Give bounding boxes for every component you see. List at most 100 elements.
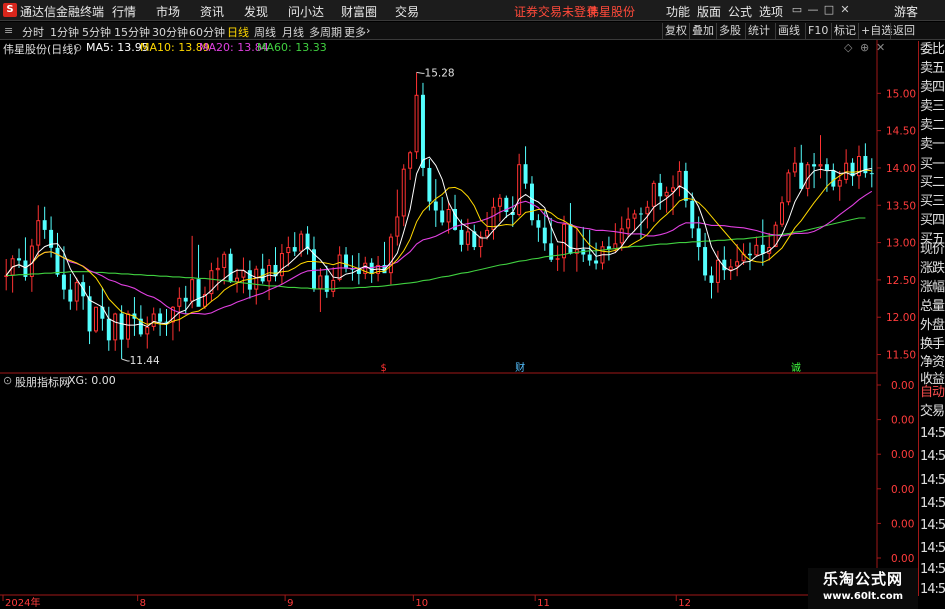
add-watchlist-button[interactable]: +自选 — [858, 23, 894, 39]
candle-body-down — [690, 200, 695, 229]
candle — [318, 267, 323, 312]
side-label-12: 涨跌 — [920, 261, 945, 276]
candle-body-down — [587, 254, 592, 261]
candle — [754, 236, 759, 257]
period-daily[interactable]: 日线 — [227, 24, 249, 40]
statistics-button[interactable]: 统计 — [745, 23, 772, 39]
ma60-line — [6, 217, 866, 290]
guest-user-label[interactable]: 游客 — [894, 3, 918, 20]
candle — [869, 158, 874, 188]
period-tick[interactable]: 分时 — [22, 24, 44, 40]
candle-body-down — [869, 173, 874, 175]
ytick-label-3: 13.50 — [886, 200, 916, 212]
menu-item-formula[interactable]: 公式 — [728, 3, 752, 20]
multi-stock-button[interactable]: 多股 — [716, 23, 743, 39]
period-weekly[interactable]: 周线 — [254, 24, 276, 40]
candle — [408, 150, 413, 180]
candle — [863, 143, 868, 178]
menu-item-wealth-circle[interactable]: 财富圈 — [341, 3, 377, 20]
candle — [106, 306, 111, 351]
candle — [574, 227, 579, 272]
candle-body-up — [517, 164, 522, 215]
menu-item-functions[interactable]: 功能 — [666, 3, 690, 20]
ma5-line — [5, 156, 872, 328]
xtick-label-4: 11 — [537, 598, 550, 609]
side-label-26: 14:56 — [920, 541, 945, 556]
overlay-button[interactable]: 叠加 — [689, 23, 716, 39]
sub-indicator-settings-icon[interactable]: ⊙ — [3, 374, 12, 387]
f10-button[interactable]: F10 — [805, 23, 830, 39]
menu-item-assistant[interactable]: 问小达 — [288, 3, 324, 20]
side-label-28: 14:56 — [920, 582, 945, 596]
mark-button[interactable]: 标记 — [831, 23, 858, 39]
expand-diamond-icon[interactable]: ◇ — [844, 41, 852, 54]
candle-body-up — [619, 228, 624, 244]
period-30min[interactable]: 30分钟 — [152, 24, 188, 40]
candle-body-up — [555, 258, 560, 260]
side-label-3: 卖三 — [920, 99, 945, 114]
period-1min[interactable]: 1分钟 — [50, 24, 79, 40]
ytick-label-2: 14.00 — [886, 163, 916, 175]
candle — [523, 146, 528, 189]
side-label-2: 卖四 — [920, 80, 945, 95]
menu-item-news[interactable]: 资讯 — [200, 3, 224, 20]
xtick-label-0: 2024年 — [5, 596, 40, 609]
candle — [728, 259, 733, 280]
ytick-label-6: 12.00 — [886, 312, 916, 324]
candle-body-up — [388, 236, 393, 274]
candle-body-down — [594, 260, 599, 264]
menu-item-discover[interactable]: 发现 — [244, 3, 268, 20]
toolbar-menu-icon[interactable]: ≡ — [4, 24, 14, 37]
candle — [517, 153, 522, 217]
restore-layout-icon[interactable]: ▭ — [790, 2, 804, 18]
menu-item-options[interactable]: 选项 — [759, 3, 783, 20]
period-multi[interactable]: 多周期 — [309, 24, 342, 40]
candle-body-up — [837, 179, 842, 187]
ytick-label-0: 15.00 — [886, 88, 916, 100]
close-pane-icon[interactable]: ✕ — [876, 41, 885, 54]
add-circle-icon[interactable]: ⊕ — [860, 41, 869, 54]
candle-body-down — [703, 247, 708, 276]
side-label-9: 买四 — [920, 213, 945, 228]
candle — [831, 163, 836, 191]
candle-body-up — [818, 164, 823, 167]
quote-side-panel: 委比 卖五 卖四 卖三 卖二 卖一 买一 买二 买三 买四 买五 现价 涨跌 涨幅 总量 外盘 换手 净资 收益 自动… — [918, 41, 945, 596]
period-more[interactable]: 更多 — [344, 24, 366, 40]
candle — [151, 307, 156, 331]
menu-item-layout[interactable]: 版面 — [697, 3, 721, 20]
period-15min[interactable]: 15分钟 — [114, 24, 150, 40]
menu-item-market[interactable]: 市场 — [156, 3, 180, 20]
candle-body-up — [671, 187, 676, 192]
candle-body-up — [74, 282, 79, 302]
side-label-17: 净资 — [920, 355, 945, 370]
candle — [228, 248, 233, 283]
period-5min[interactable]: 5分钟 — [82, 24, 111, 40]
candle — [632, 209, 637, 232]
candle — [401, 164, 406, 227]
candle-body-up — [235, 277, 240, 283]
adjust-price-button[interactable]: 复权 — [662, 23, 689, 39]
more-chevron-icon[interactable]: › — [366, 24, 370, 37]
candle — [235, 268, 240, 293]
annotation-1: 11.44 — [130, 355, 160, 367]
minimize-icon[interactable]: — — [806, 2, 820, 18]
candle-body-up — [715, 259, 720, 283]
trade-login-warning[interactable]: 证券交易未登录 — [514, 3, 598, 20]
menu-item-trade[interactable]: 交易 — [395, 3, 419, 20]
maximize-icon[interactable]: □ — [822, 2, 836, 18]
annotation-leader-0 — [416, 71, 425, 74]
close-icon[interactable]: ✕ — [838, 2, 852, 18]
period-monthly[interactable]: 月线 — [282, 24, 304, 40]
candle-body-up — [626, 218, 631, 229]
candle-body-up — [395, 216, 400, 237]
period-60min[interactable]: 60分钟 — [189, 24, 225, 40]
draw-line-button[interactable]: 画线 — [775, 23, 802, 39]
back-button[interactable]: 返回 — [890, 23, 917, 39]
candle-body-up — [754, 244, 759, 256]
menu-item-quotes[interactable]: 行情 — [112, 3, 136, 20]
kline-chart[interactable]: 15.00 14.50 14.00 13.50 13.00 12.50 12.00 11.50… — [0, 40, 918, 609]
current-stock-name: 伟星股份 — [587, 5, 636, 19]
candle-body-up — [786, 172, 791, 203]
indicator-settings-icon[interactable]: ⊙ — [73, 41, 82, 54]
event-marker-0: $ — [381, 363, 387, 374]
